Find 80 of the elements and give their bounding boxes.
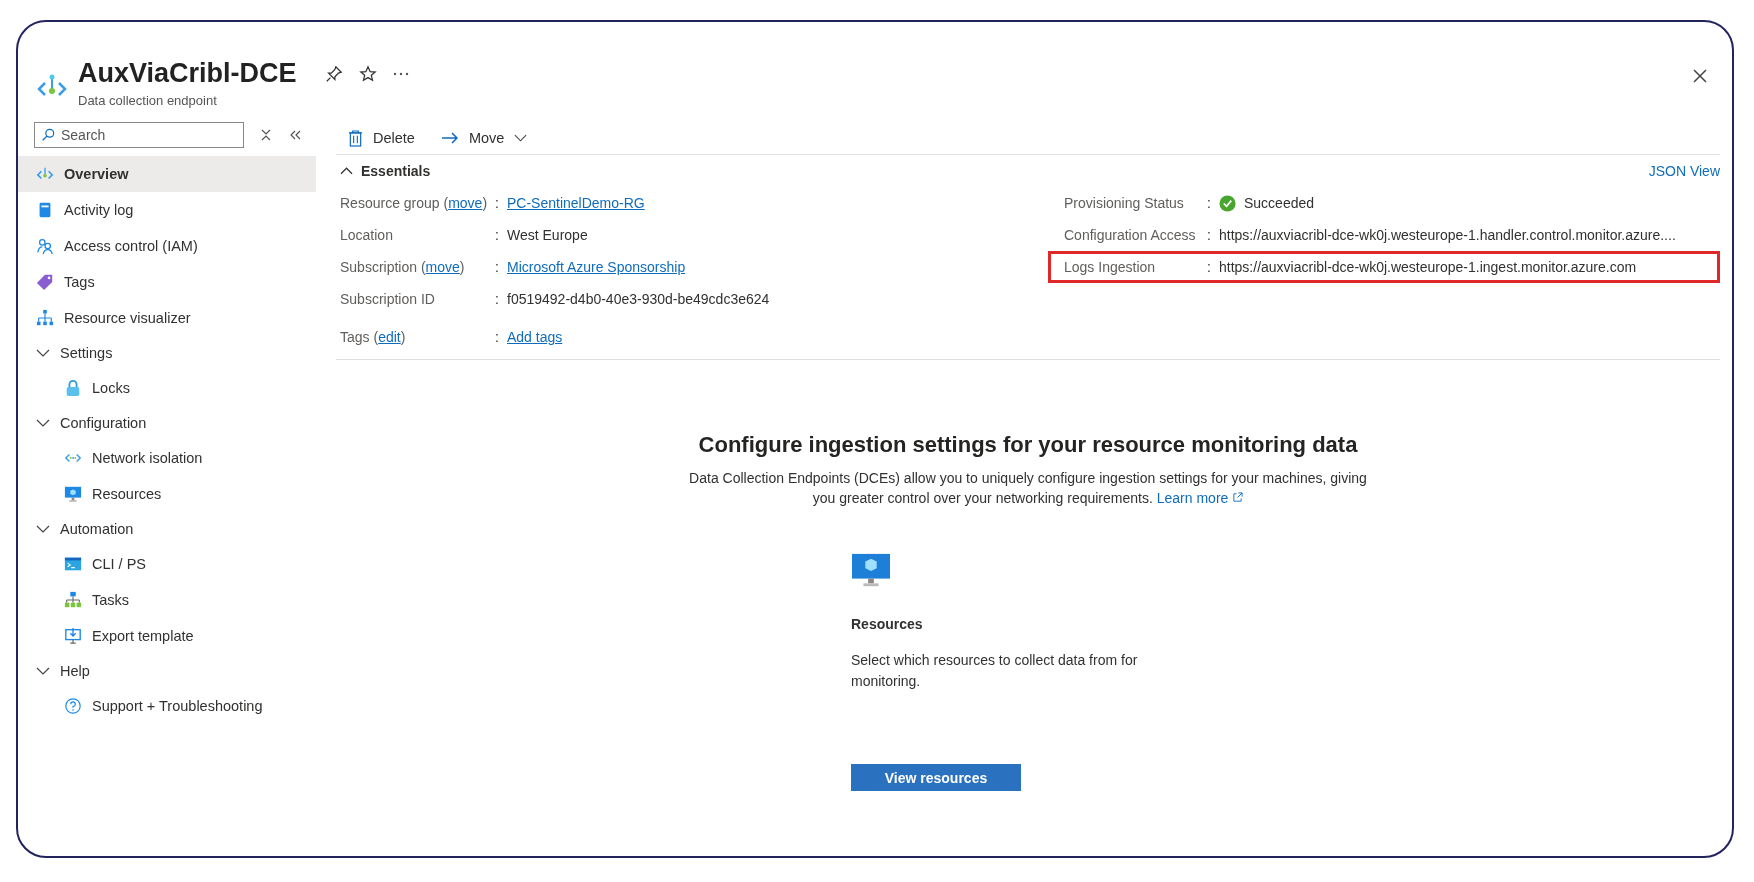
success-icon [1219,194,1236,212]
property-label: Resource group ( [340,195,449,211]
learn-more-link[interactable]: Learn more [1156,490,1244,506]
property-label: ) [400,329,406,345]
separator: : [1207,259,1212,275]
property-label: Configuration Access [1064,227,1197,243]
star-icon[interactable] [358,64,377,83]
property-link[interactable]: Microsoft Azure Sponsorship [507,259,686,275]
property-label: Subscription ID [340,291,435,307]
tag-icon [36,273,54,291]
move-link[interactable]: move [448,195,483,211]
property-value: https://auxviacribl-dce-wk0j.westeurope-1.handler.control.monitor.azure.... [1219,227,1676,243]
collapse-icon[interactable] [288,129,302,141]
search-field[interactable]: Search [34,122,244,148]
nav-item[interactable]: Activity log [18,192,316,228]
arrow-icon [440,132,459,144]
more-icon[interactable] [392,71,409,76]
nav-group[interactable]: Settings [18,336,316,370]
view-resources-button[interactable]: View resources [851,764,1021,791]
edit-link[interactable]: edit [378,329,401,345]
question-icon [64,697,82,715]
lock-icon [64,379,82,397]
close-icon[interactable] [1692,68,1708,84]
resource-title: AuxViaCribl-DCE [78,58,297,89]
property-label: Subscription ( [340,259,426,275]
separator: : [495,259,500,275]
search-icon [41,128,55,142]
property-label: Location [340,227,393,243]
separator: : [495,227,500,243]
hierarchy-icon [64,591,82,609]
property-label: Logs Ingestion [1064,259,1157,275]
resource-type: Data collection endpoint [78,93,218,108]
section-description: Data Collection Endpoints (DCEs) allow you to uniquely configure ingestion settings for your machines, giving you greater control over your networking requirements. Learn more [688,469,1368,508]
pin-icon[interactable] [324,64,343,83]
property-value: West Europe [507,227,588,243]
nav-group[interactable]: Configuration [18,406,316,440]
nav-item[interactable]: Support + Troubleshooting [18,688,316,724]
nav-item[interactable]: Resource visualizer [18,300,316,336]
essentials-toggle[interactable]: Essentials [336,163,435,179]
add-tags-link[interactable]: Add tags [507,329,563,345]
section-heading: Configure ingestion settings for your resource monitoring data [698,432,1358,458]
separator: : [495,291,500,307]
nav-item[interactable]: Export template [18,618,316,654]
property-label: Tags ( [340,329,379,345]
nav-group[interactable]: Automation [18,512,316,546]
hierarchy-icon [36,309,54,327]
property-value: f0519492-d4b0-40e3-930d-be49cdc3e624 [507,291,770,307]
download-monitor-icon [64,627,82,645]
property-link[interactable]: PC-SentinelDemo-RG [507,195,645,211]
people-icon [36,237,54,255]
nav-item[interactable]: Locks [18,370,316,406]
card-description: Select which resources to collect data from for monitoring. [851,651,1139,691]
nav-item[interactable]: Resources [18,476,316,512]
clear-filter-icon[interactable] [260,128,272,142]
nav-item[interactable]: CLI / PS [18,546,316,582]
property-label: ) [482,195,488,211]
caret-icon [514,134,528,142]
card-title: Resources [851,616,923,632]
nav-item[interactable]: Network isolation [18,440,316,476]
separator: : [1207,195,1212,211]
nav-item[interactable]: Tags [18,264,316,300]
external-link-icon [1232,492,1244,503]
separator: : [495,329,500,345]
move-button[interactable]: Move [434,126,534,150]
trash-icon [348,129,363,147]
json-view-link[interactable]: JSON View [1648,163,1720,179]
nav-item[interactable]: Tasks [18,582,316,618]
property-value: https://auxviacribl-dce-wk0j.westeurope-1.ingest.monitor.azure.com [1219,259,1637,275]
property-label: ) [459,259,465,275]
property-value: Succeeded [1244,195,1315,211]
nav-item[interactable]: Access control (IAM) [18,228,316,264]
move-link[interactable]: move [425,259,460,275]
separator: : [495,195,500,211]
nav-group[interactable]: Help [18,654,316,688]
terminal-icon [64,555,82,573]
monitor-icon [64,485,82,503]
property-label: Provisioning Status [1064,195,1185,211]
separator: : [1207,227,1212,243]
nav-item[interactable]: Overview [18,156,316,192]
delete-button[interactable]: Delete [342,125,421,151]
